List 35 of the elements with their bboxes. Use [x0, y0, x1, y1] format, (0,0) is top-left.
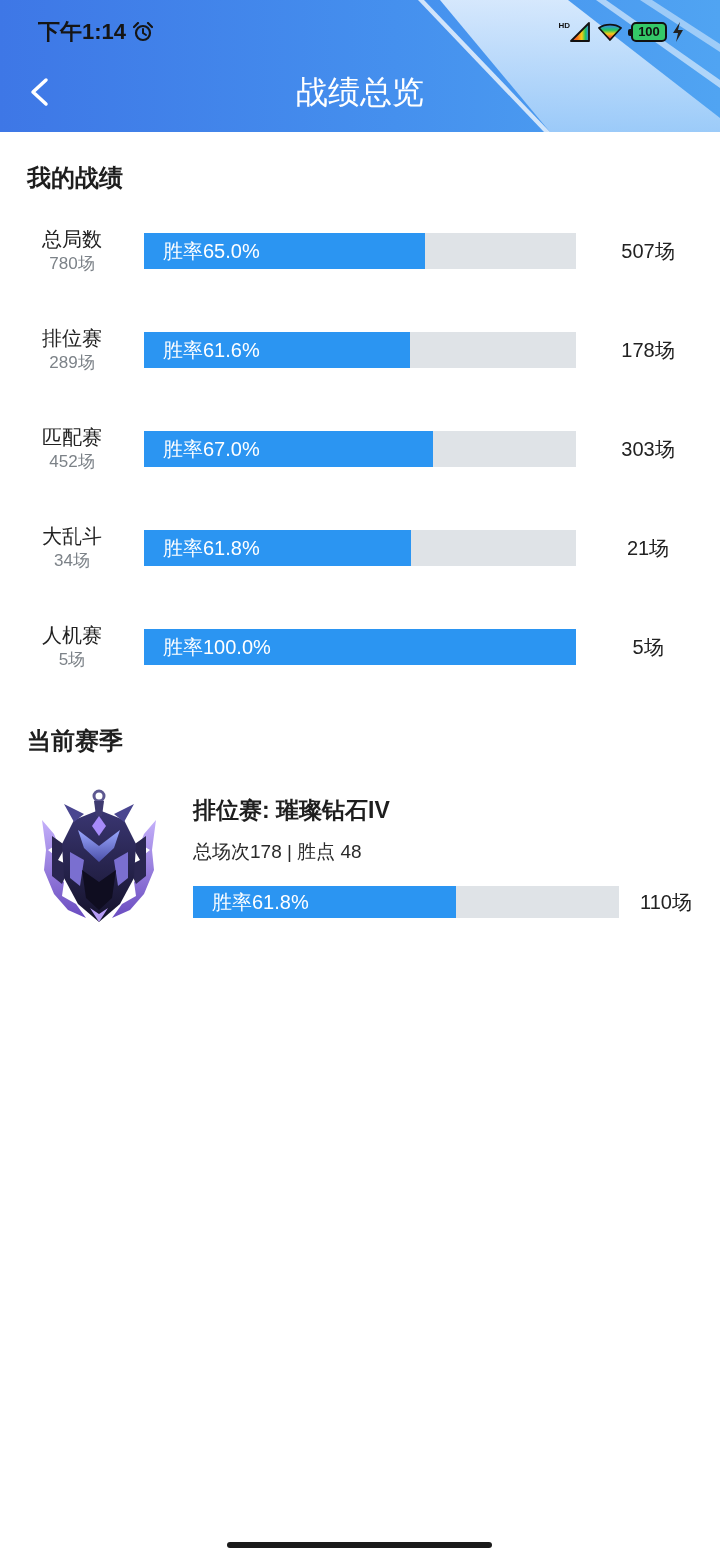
back-icon: [28, 77, 50, 107]
status-time: 下午1:14: [38, 18, 127, 46]
win-rate-label: 胜率61.6%: [163, 338, 260, 363]
win-rate-label: 胜率61.8%: [212, 890, 309, 915]
signal-icon: [570, 22, 590, 42]
win-rate-label: 胜率65.0%: [163, 239, 260, 264]
wins-count: 178场: [621, 338, 675, 363]
network-type-label: HD: [558, 21, 570, 30]
page-title: 战绩总览: [296, 73, 424, 112]
games-count: 289场: [49, 352, 95, 374]
win-rate-label: 胜率61.8%: [163, 536, 260, 561]
wins-count: 21场: [626, 536, 670, 561]
wins-count: 5场: [632, 635, 664, 660]
games-count: 5场: [58, 649, 86, 671]
games-count: 34场: [54, 550, 90, 572]
mode-label: 人机赛: [42, 623, 102, 648]
win-rate-label: 胜率67.0%: [163, 437, 260, 462]
wins-count: 110场: [640, 890, 692, 915]
games-count: 780场: [49, 253, 95, 275]
wins-count: 303场: [621, 437, 675, 462]
mode-label: 大乱斗: [42, 524, 102, 549]
battery-indicator: 100: [628, 22, 667, 42]
wins-count: 507场: [621, 239, 675, 264]
back-button[interactable]: [28, 77, 50, 107]
season-summary: 总场次178 | 胜点 48: [193, 840, 362, 864]
games-count: 452场: [49, 451, 95, 473]
mode-label: 排位赛: [42, 326, 102, 351]
section-title: 当前赛季: [27, 726, 123, 756]
mode-label: 总局数: [42, 227, 102, 252]
mode-label: 匹配赛: [42, 425, 102, 450]
wifi-icon: [598, 23, 622, 41]
alarm-clock-icon: [133, 22, 154, 42]
rank-title: 排位赛: 璀璨钻石IV: [193, 796, 390, 825]
section-title: 我的战绩: [27, 163, 123, 193]
win-rate-label: 胜率100.0%: [163, 635, 271, 660]
